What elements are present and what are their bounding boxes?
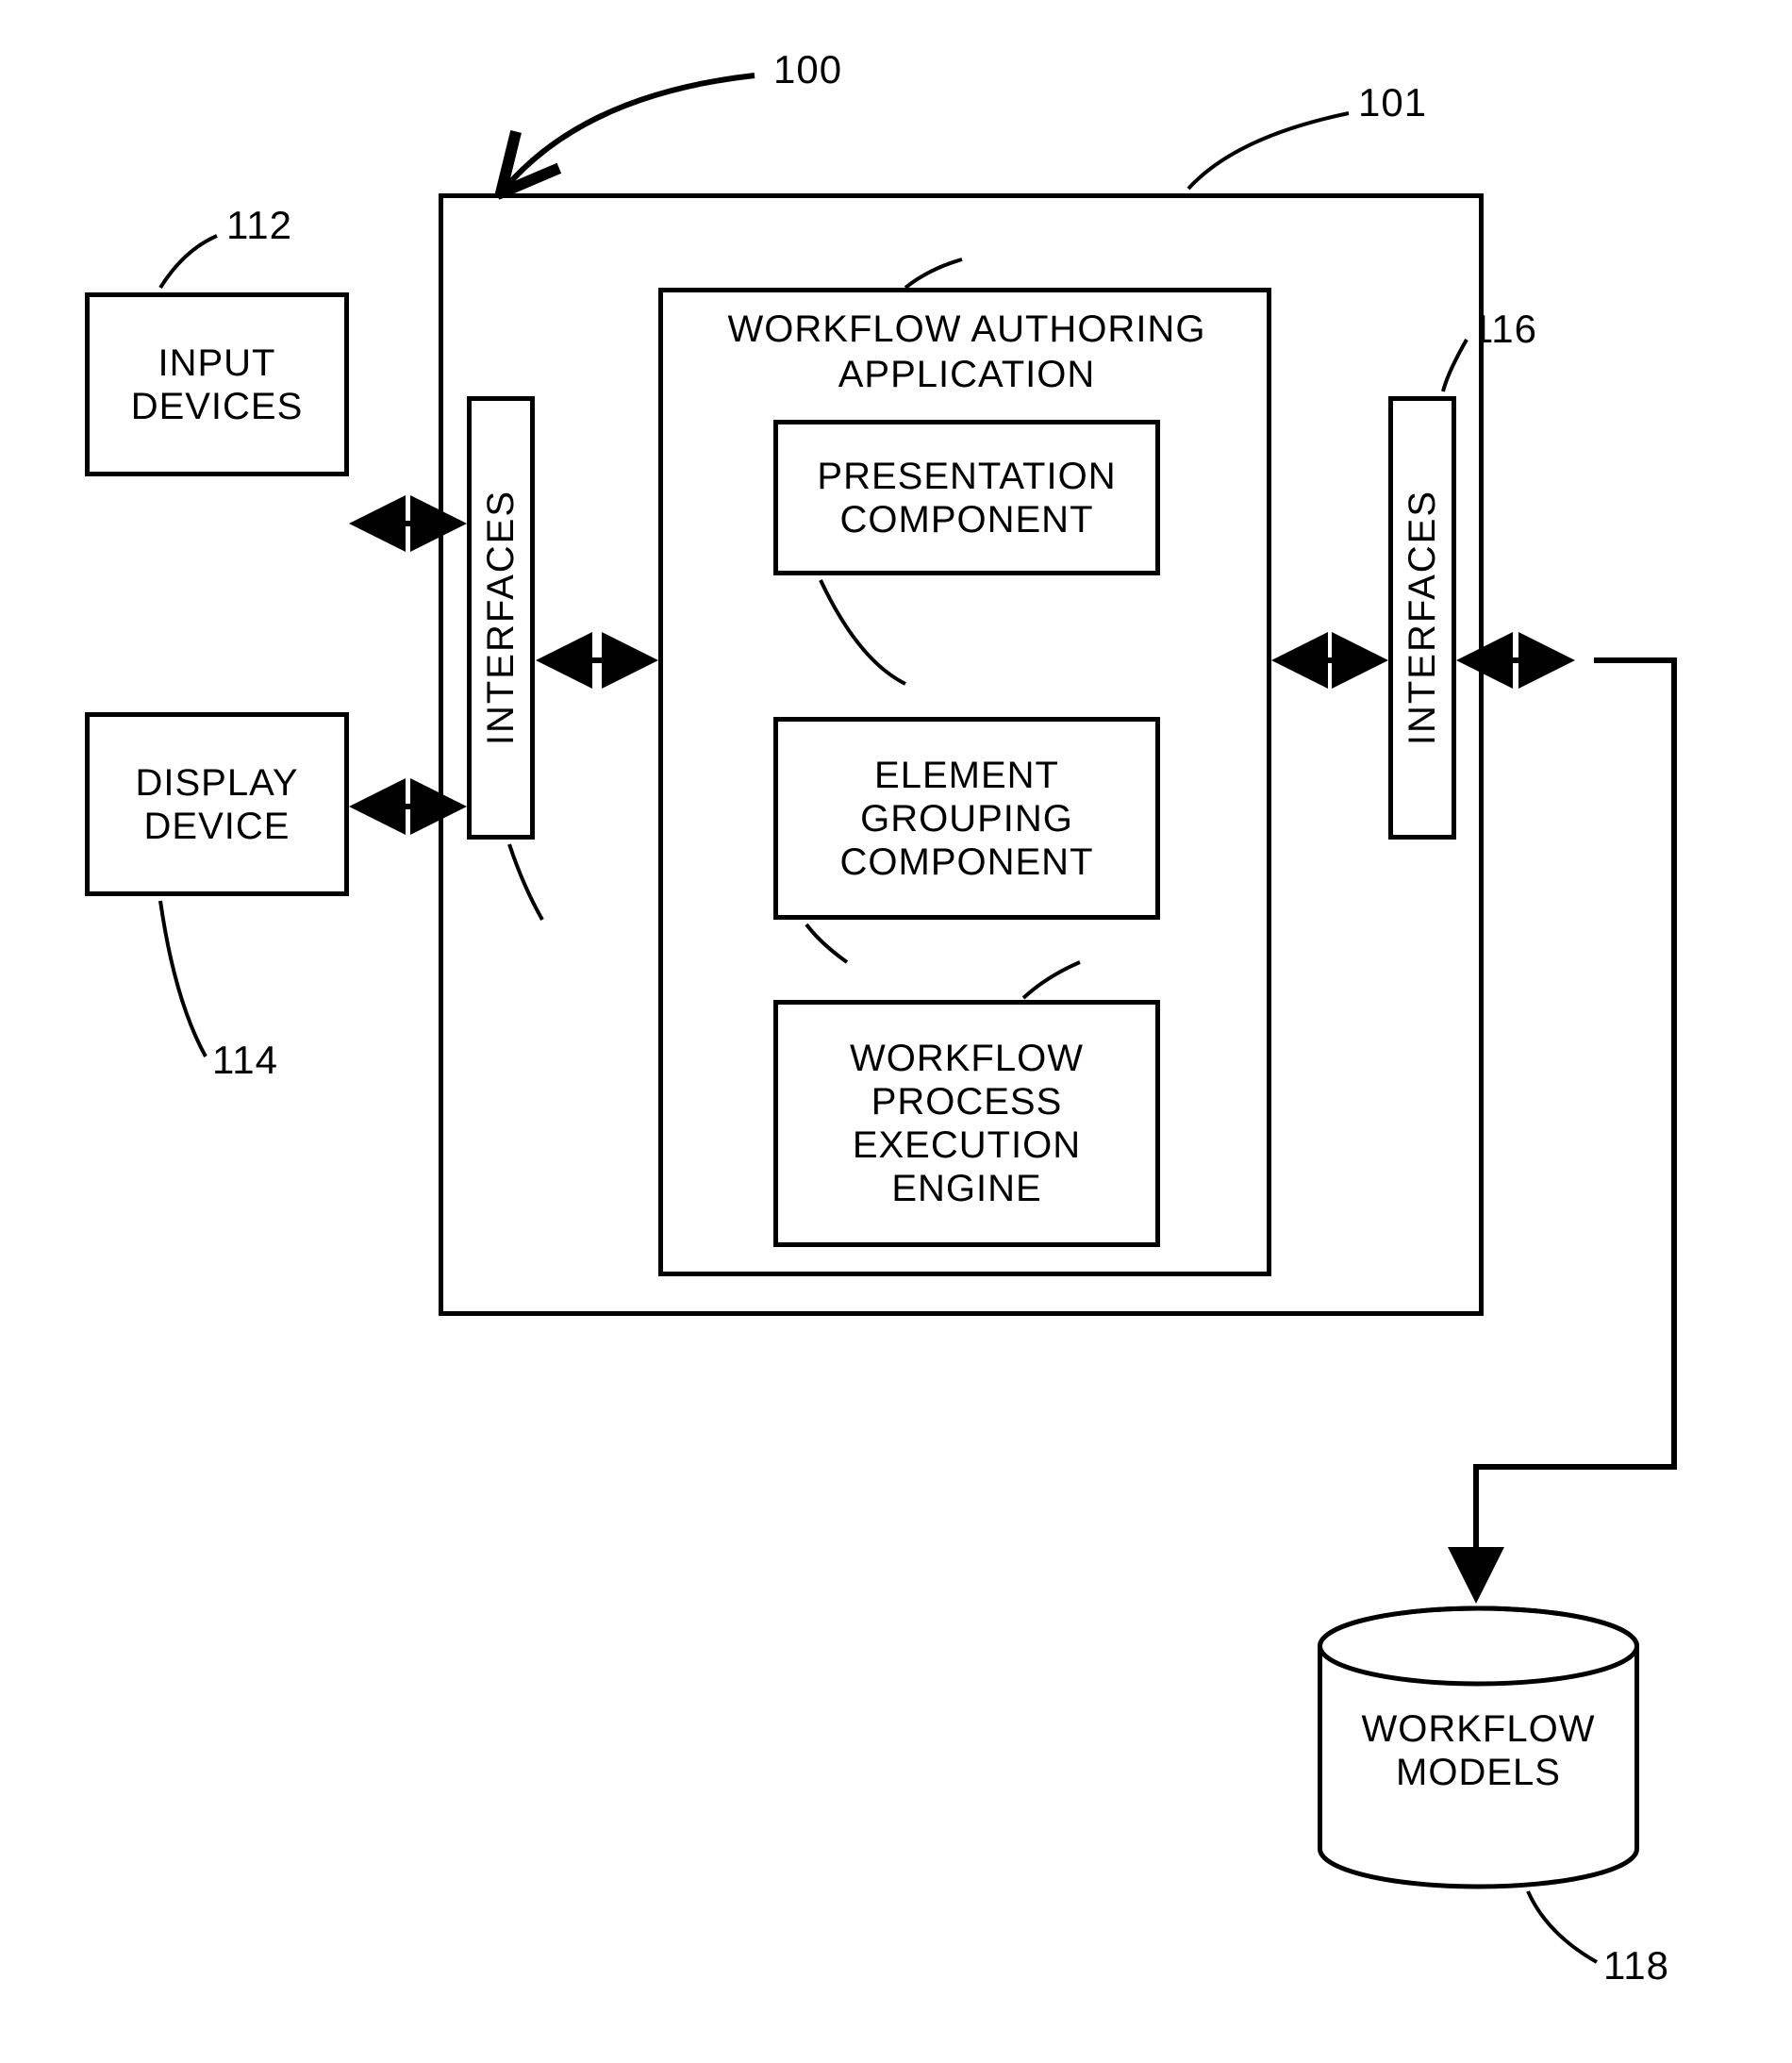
element-grouping-component-label: ELEMENT GROUPING COMPONENT (840, 754, 1094, 884)
interfaces-left-box: INTERFACES (467, 396, 535, 840)
label-112: 112 (226, 203, 292, 248)
label-114: 114 (212, 1038, 278, 1083)
workflow-execution-engine-box: WORKFLOW PROCESS EXECUTION ENGINE (773, 1000, 1160, 1247)
interfaces-right-label: INTERFACES (1401, 490, 1444, 745)
input-devices-box: INPUT DEVICES (85, 292, 349, 476)
label-100: 100 (773, 47, 842, 92)
workflow-models-label: WORKFLOW MODELS (1316, 1707, 1641, 1794)
interfaces-left-label: INTERFACES (479, 490, 523, 745)
display-device-box: DISPLAY DEVICE (85, 712, 349, 896)
workflow-models-db: WORKFLOW MODELS (1316, 1604, 1641, 1891)
presentation-component-box: PRESENTATION COMPONENT (773, 420, 1160, 575)
workflow-authoring-app-title: WORKFLOW AUTHORING APPLICATION (679, 307, 1254, 397)
element-grouping-component-box: ELEMENT GROUPING COMPONENT (773, 717, 1160, 920)
interfaces-right-box: INTERFACES (1388, 396, 1456, 840)
presentation-component-label: PRESENTATION COMPONENT (817, 455, 1116, 541)
input-devices-label: INPUT DEVICES (131, 341, 304, 428)
workflow-execution-engine-label: WORKFLOW PROCESS EXECUTION ENGINE (850, 1037, 1084, 1210)
display-device-label: DISPLAY DEVICE (136, 761, 299, 848)
label-118: 118 (1603, 1943, 1669, 1988)
label-101: 101 (1358, 80, 1427, 125)
